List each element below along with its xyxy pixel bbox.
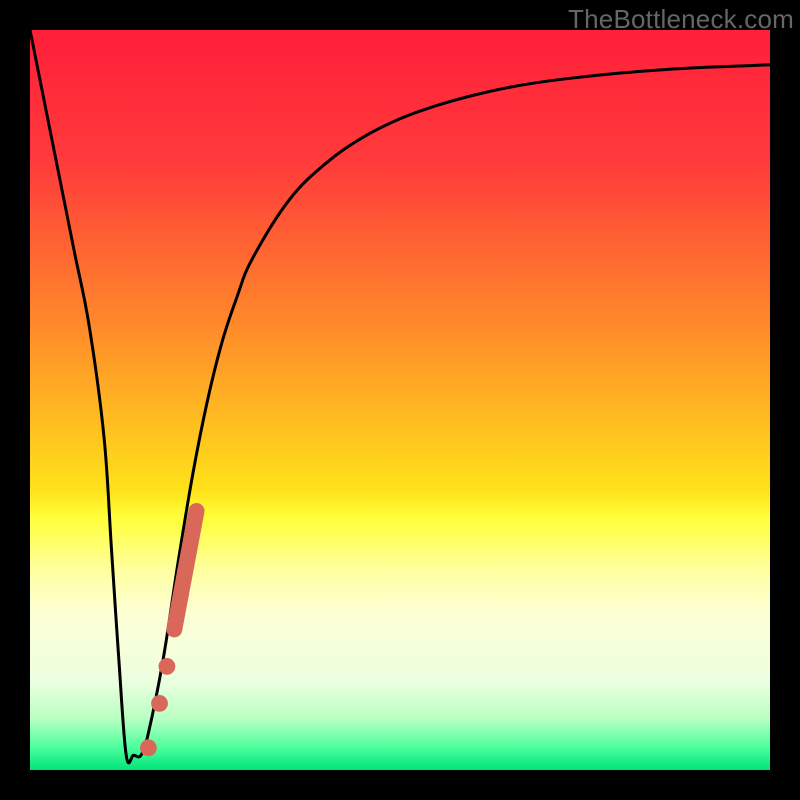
marker-dot [151,695,168,712]
chart-frame: TheBottleneck.com [0,0,800,800]
plot-area [30,30,770,770]
gradient-background [30,30,770,770]
marker-dot [159,658,176,675]
marker-dot [140,739,157,756]
watermark-text: TheBottleneck.com [568,4,794,35]
bottleneck-chart [30,30,770,770]
